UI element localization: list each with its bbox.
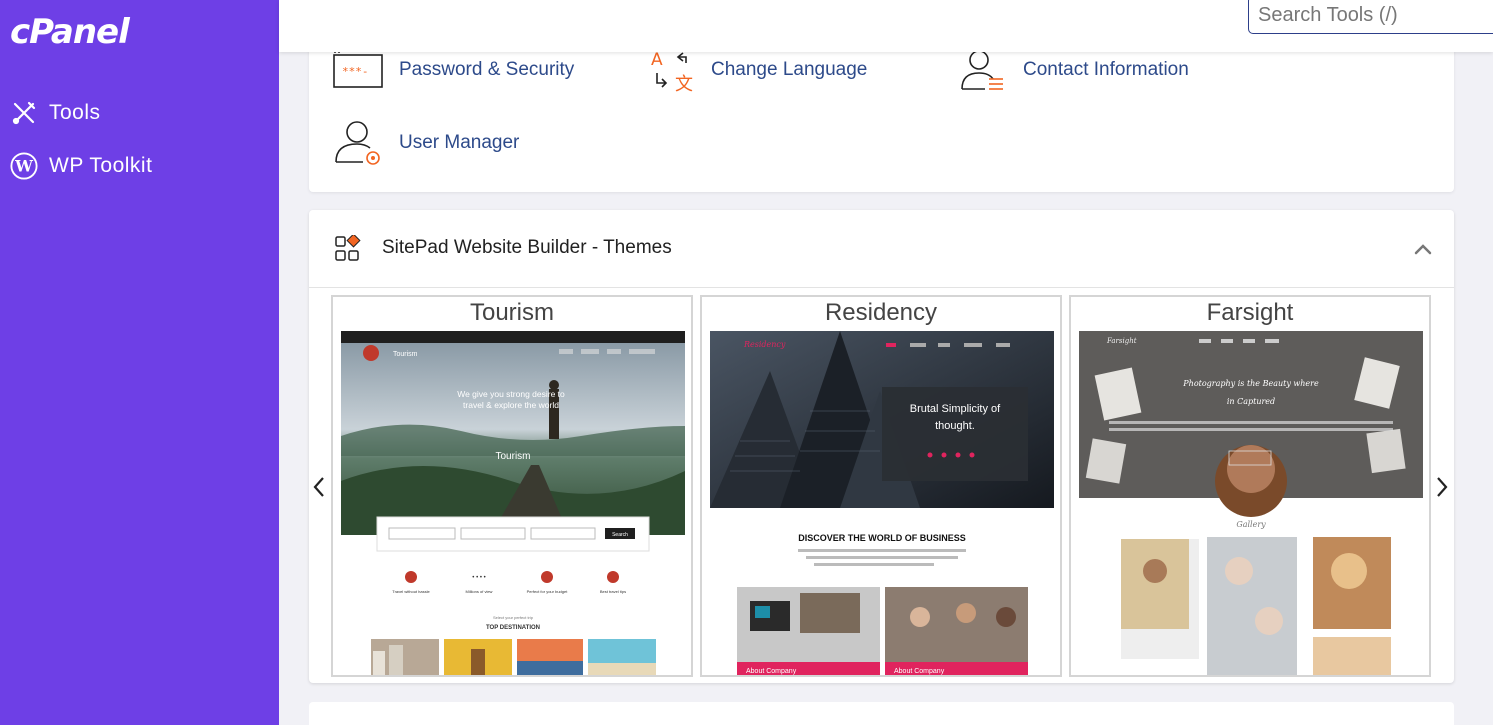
residency-tile-label: About Company — [894, 668, 945, 675]
residency-brand: Residency — [743, 340, 786, 349]
tool-label: Password & Security — [399, 59, 575, 80]
theme-preview: Farsight Photography is the Beauty where… — [1079, 331, 1423, 675]
tool-user-manager[interactable]: User Manager — [331, 116, 519, 170]
theme-card-farsight[interactable]: Farsight Farsight Photography is the Bea… — [1069, 295, 1431, 677]
tourism-feature: Perfect for your budget — [527, 589, 569, 594]
tourism-feature: Best travel tips — [600, 589, 626, 594]
sitepad-title: SitePad Website Builder - Themes — [382, 237, 672, 258]
farsight-hero-text: Photography is the Beauty where in Captu… — [1183, 379, 1319, 406]
tourism-feature: Millions of view — [466, 589, 493, 594]
wordpress-icon: W — [10, 152, 38, 180]
farsight-brand: Farsight — [1106, 337, 1137, 345]
tool-label: User Manager — [399, 132, 520, 153]
sidebar-item-label: Tools — [49, 101, 101, 124]
preferences-card: ***- Password & Security A 文 Change Lang… — [309, 30, 1454, 192]
tourism-hero-text: We give you strong desire to travel & ex… — [457, 389, 565, 411]
sidebar-item-tools[interactable]: Tools — [10, 97, 101, 129]
svg-text:W: W — [14, 157, 33, 176]
theme-card-residency[interactable]: Residency Residency Brutal Simplicity of… — [700, 295, 1062, 677]
tools-icon — [10, 99, 38, 127]
theme-name: Farsight — [1206, 299, 1294, 326]
svg-text:文: 文 — [675, 74, 693, 95]
tourism-hero-sub: Tourism — [495, 451, 530, 462]
tourism-feature: Travel without hassle — [392, 589, 430, 594]
theme-name: Tourism — [469, 299, 554, 326]
tool-label: Change Language — [711, 59, 868, 80]
top-header — [279, 0, 1493, 52]
chevron-up-icon[interactable] — [1412, 238, 1434, 260]
tool-label: Contact Information — [1023, 59, 1189, 80]
residency-tile-label: About Company — [746, 668, 797, 675]
svg-text:A: A — [651, 50, 663, 70]
residency-hero-text: Brutal Simplicity of thought. — [909, 403, 1001, 432]
sitepad-header[interactable]: SitePad Website Builder - Themes — [309, 210, 1454, 288]
tourism-search-button: Search — [612, 532, 628, 538]
sitepad-card: SitePad Website Builder - Themes Tourism — [309, 210, 1454, 683]
sidebar-item-label: WP Toolkit — [49, 154, 153, 177]
residency-section-title: DISCOVER THE WORLD OF BUSINESS — [798, 533, 966, 543]
carousel-next-icon[interactable] — [1432, 472, 1452, 502]
theme-preview: Residency Brutal Simplicity of thought. … — [710, 331, 1054, 675]
sidebar: cPanel Tools W WP Toolkit — [0, 0, 279, 725]
carousel-prev-icon[interactable] — [309, 472, 329, 502]
theme-name: Residency — [824, 299, 938, 326]
sidebar-item-wp-toolkit[interactable]: W WP Toolkit — [10, 150, 152, 182]
apps-icon — [334, 233, 362, 263]
svg-text:***-: ***- — [342, 65, 369, 78]
user-manager-icon — [331, 116, 385, 170]
tourism-brand: Tourism — [393, 351, 418, 358]
cpanel-logo[interactable]: cPanel — [10, 12, 130, 52]
svg-text:• • • •: • • • • — [472, 575, 485, 581]
farsight-section-title: Gallery — [1236, 520, 1266, 529]
theme-preview: Tourism We give you strong desire to tra… — [341, 331, 685, 675]
search-input[interactable] — [1248, 0, 1493, 34]
tourism-section-kicker: Select your perfect trip — [493, 615, 534, 620]
tourism-section-title: TOP DESTINATION — [486, 625, 540, 631]
theme-card-tourism[interactable]: Tourism Tourism We give you strong desir… — [331, 295, 693, 677]
next-section-card — [309, 702, 1454, 725]
